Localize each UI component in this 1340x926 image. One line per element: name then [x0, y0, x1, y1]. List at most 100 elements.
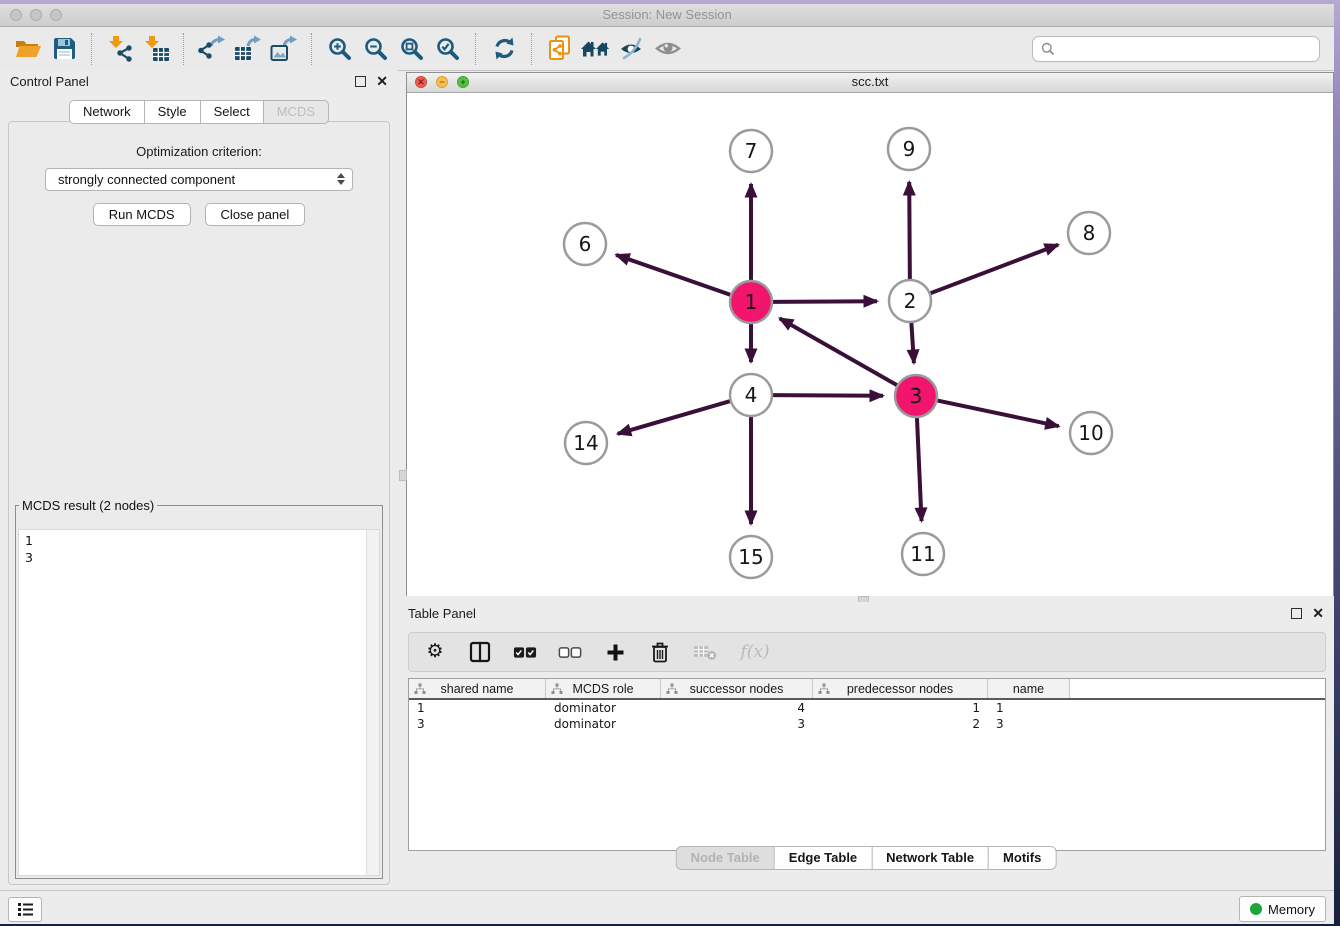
- settings-gear-icon[interactable]: ⚙: [423, 639, 447, 665]
- close-panel-icon[interactable]: ✕: [376, 75, 388, 87]
- network-minimize-button[interactable]: −: [436, 76, 448, 88]
- open-folder-icon[interactable]: [10, 31, 46, 67]
- table-panel-tabs: Node Table Edge Table Network Table Moti…: [676, 846, 1057, 870]
- float-panel-icon[interactable]: [1291, 608, 1302, 619]
- zoom-selected-icon[interactable]: [430, 31, 466, 67]
- graph-edge-2-3[interactable]: [911, 323, 914, 363]
- graph-node-label-4: 4: [745, 383, 758, 407]
- tab-node-table[interactable]: Node Table: [676, 846, 774, 870]
- cell-mcds-role[interactable]: dominator: [546, 716, 661, 732]
- tab-network-table[interactable]: Network Table: [871, 846, 988, 870]
- graph-node-label-10: 10: [1078, 421, 1103, 445]
- export-network-icon[interactable]: [194, 31, 230, 67]
- float-panel-icon[interactable]: [355, 76, 366, 87]
- run-mcds-button[interactable]: Run MCDS: [93, 203, 191, 226]
- import-table-icon[interactable]: [138, 31, 174, 67]
- column-header-predecessor-nodes[interactable]: predecessor nodes: [813, 679, 988, 698]
- table-panel: Table Panel ✕ ⚙: [398, 602, 1334, 892]
- control-panel-header: Control Panel ✕: [0, 70, 398, 96]
- memory-status-icon: [1250, 903, 1262, 915]
- table-panel-header: Table Panel ✕: [398, 602, 1334, 628]
- hide-graphics-details-icon[interactable]: [614, 31, 650, 67]
- export-image-icon[interactable]: [266, 31, 302, 67]
- control-panel-tabs: Network Style Select MCDS: [69, 100, 329, 124]
- table-toolbar: ⚙: [408, 632, 1326, 672]
- cell-mcds-role[interactable]: dominator: [546, 700, 661, 716]
- clone-network-icon[interactable]: [542, 31, 578, 67]
- close-panel-button[interactable]: Close panel: [205, 203, 306, 226]
- select-all-rows-icon[interactable]: [513, 639, 537, 665]
- graph-edge-2-8[interactable]: [931, 245, 1059, 293]
- cell-shared-name[interactable]: 1: [409, 700, 546, 716]
- search-field[interactable]: [1032, 36, 1320, 62]
- graph-edge-4-14[interactable]: [618, 401, 730, 434]
- tab-style[interactable]: Style: [144, 100, 200, 124]
- search-input[interactable]: [1055, 40, 1311, 57]
- task-history-button[interactable]: [8, 897, 42, 922]
- maximize-window-button[interactable]: [50, 9, 62, 21]
- table-panel-title: Table Panel: [408, 606, 476, 621]
- criterion-dropdown[interactable]: strongly connected component: [45, 168, 353, 191]
- tab-mcds[interactable]: MCDS: [263, 100, 329, 124]
- toolbar-separator: [91, 33, 93, 65]
- cell-predecessor-nodes[interactable]: 1: [813, 700, 988, 716]
- table-row[interactable]: 3 dominator 3 2 3: [409, 716, 1325, 732]
- network-window-title: scc.txt: [407, 73, 1333, 91]
- dropdown-stepper-icon: [337, 173, 345, 185]
- memory-button[interactable]: Memory: [1239, 896, 1326, 922]
- graph-edge-1-6[interactable]: [616, 255, 730, 295]
- network-close-button[interactable]: ✕: [415, 76, 427, 88]
- graph-edge-1-2[interactable]: [773, 301, 877, 302]
- table-header-row: shared name MCDS role successor nodes pr…: [409, 679, 1325, 700]
- list-icon: [17, 902, 34, 917]
- table-body: 1 dominator 4 1 1 3 dominator 3 2 3: [409, 700, 1325, 850]
- close-window-button[interactable]: [10, 9, 22, 21]
- split-pane-handle[interactable]: [399, 470, 407, 481]
- column-header-successor-nodes[interactable]: successor nodes: [661, 679, 813, 698]
- graph-edge-3-11[interactable]: [917, 418, 922, 521]
- close-panel-icon[interactable]: ✕: [1312, 607, 1324, 619]
- show-column-icon[interactable]: [468, 639, 492, 665]
- graph-edge-4-3[interactable]: [773, 395, 883, 396]
- delete-row-icon[interactable]: [648, 639, 672, 665]
- cell-name[interactable]: 3: [988, 716, 1070, 732]
- export-table-icon[interactable]: [230, 31, 266, 67]
- network-canvas[interactable]: 7968124314101511: [407, 93, 1333, 596]
- graph-edge-3-10[interactable]: [938, 401, 1059, 427]
- refresh-view-icon[interactable]: [486, 31, 522, 67]
- import-network-icon[interactable]: [102, 31, 138, 67]
- home-icon[interactable]: [578, 31, 614, 67]
- window-controls: [10, 9, 62, 21]
- zoom-in-icon[interactable]: [322, 31, 358, 67]
- cell-shared-name[interactable]: 3: [409, 716, 546, 732]
- mcds-result-list[interactable]: 1 3: [18, 529, 380, 876]
- network-view-window: ✕ − + scc.txt 7968124314101511: [406, 72, 1334, 596]
- result-scrollbar[interactable]: [366, 530, 379, 875]
- tab-motifs[interactable]: Motifs: [988, 846, 1056, 870]
- result-line: 1: [25, 532, 373, 549]
- show-graphics-details-icon[interactable]: [650, 31, 686, 67]
- column-header-name[interactable]: name: [988, 679, 1070, 698]
- zoom-out-icon[interactable]: [358, 31, 394, 67]
- zoom-fit-icon[interactable]: [394, 31, 430, 67]
- network-maximize-button[interactable]: +: [457, 76, 469, 88]
- graph-node-label-1: 1: [745, 290, 758, 314]
- graph-edge-3-1[interactable]: [780, 318, 897, 385]
- tab-select[interactable]: Select: [200, 100, 263, 124]
- column-header-shared-name[interactable]: shared name: [409, 679, 546, 698]
- cell-successor-nodes[interactable]: 3: [661, 716, 813, 732]
- table-header-filler: [1070, 679, 1325, 698]
- graph-edge-2-9[interactable]: [909, 182, 910, 279]
- cell-predecessor-nodes[interactable]: 2: [813, 716, 988, 732]
- tab-network[interactable]: Network: [69, 100, 144, 124]
- cell-successor-nodes[interactable]: 4: [661, 700, 813, 716]
- table-row[interactable]: 1 dominator 4 1 1: [409, 700, 1325, 716]
- save-icon[interactable]: [46, 31, 82, 67]
- deselect-all-rows-icon[interactable]: [558, 639, 582, 665]
- column-type-icon: [551, 683, 563, 695]
- column-header-mcds-role[interactable]: MCDS role: [546, 679, 661, 698]
- cell-name[interactable]: 1: [988, 700, 1070, 716]
- tab-edge-table[interactable]: Edge Table: [774, 846, 871, 870]
- add-row-icon[interactable]: [603, 639, 627, 665]
- minimize-window-button[interactable]: [30, 9, 42, 21]
